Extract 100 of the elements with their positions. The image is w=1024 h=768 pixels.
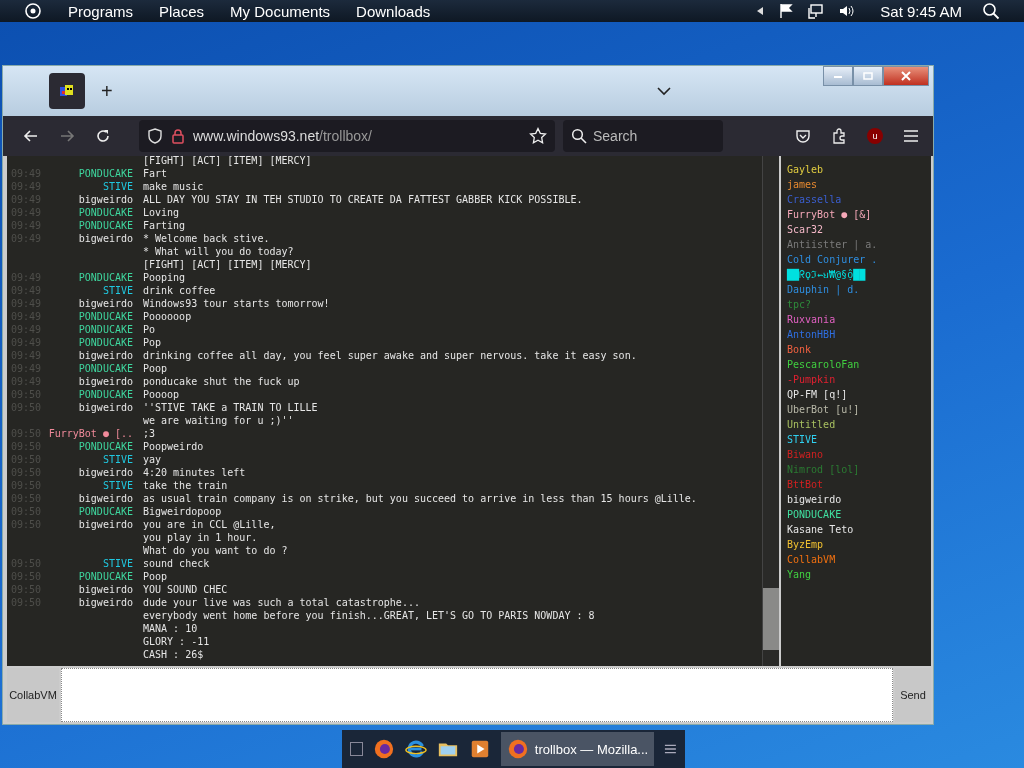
user-name[interactable]: ByzEmp — [787, 537, 824, 552]
message-text: Pop — [143, 336, 162, 349]
star-icon[interactable] — [529, 127, 547, 145]
show-desktop-button[interactable] — [350, 742, 363, 756]
pocket-icon[interactable] — [795, 128, 811, 144]
message-author[interactable]: STIVE — [45, 557, 133, 570]
message-text: you are in CCL @Lille, — [143, 518, 277, 531]
close-button[interactable] — [883, 66, 929, 86]
message-author[interactable]: PONDUCAKE — [45, 570, 133, 583]
user-name[interactable]: bigweirdo — [787, 492, 842, 507]
message-author[interactable]: PONDUCAKE — [45, 219, 133, 232]
send-button[interactable]: Send — [895, 668, 931, 722]
panel-menu[interactable]: My Documents — [230, 2, 331, 20]
message-text: YOU SOUND CHEC — [143, 583, 228, 596]
message-author[interactable]: PONDUCAKE — [45, 336, 133, 349]
message-author[interactable]: FurryBot ● [.. — [45, 427, 133, 440]
clock[interactable]: Sat 9:45 AM — [880, 2, 962, 20]
message-author[interactable]: bigweirdo — [45, 596, 133, 609]
speaker-icon[interactable] — [838, 3, 855, 19]
extension-badge[interactable]: u — [867, 128, 883, 144]
message-author[interactable]: bigweirdo — [45, 466, 133, 479]
menu-icon[interactable] — [664, 742, 677, 756]
message-author[interactable]: bigweirdo — [45, 518, 133, 531]
user-name[interactable]: Gayleb — [787, 162, 824, 177]
user-name[interactable]: CollabVM — [787, 552, 836, 567]
message-author[interactable]: STIVE — [45, 479, 133, 492]
message-author[interactable]: bigweirdo — [45, 232, 133, 245]
message-author[interactable]: PONDUCAKE — [45, 271, 133, 284]
message-author[interactable]: PONDUCAKE — [45, 388, 133, 401]
user-name[interactable]: PescaroloFan — [787, 357, 860, 372]
browser-icon[interactable] — [372, 737, 395, 761]
message-author[interactable]: PONDUCAKE — [45, 440, 133, 453]
search-icon[interactable] — [982, 2, 1000, 20]
user-name[interactable]: Scar32 — [787, 222, 824, 237]
message-text: everybody went home before you finish...GREAT, LET'S GO TO PARIS NOWDAY : 8 — [143, 609, 595, 622]
message-author[interactable]: STIVE — [45, 180, 133, 193]
message-author[interactable]: STIVE — [45, 453, 133, 466]
minimize-button[interactable] — [823, 66, 853, 86]
panel-menu[interactable]: Places — [159, 2, 205, 20]
taskbar-task[interactable]: trollbox — Mozilla... — [500, 732, 655, 766]
address-bar[interactable]: www.windows93.net/trollbox/ — [139, 120, 555, 152]
message-text: Loving — [143, 206, 180, 219]
forward-icon[interactable] — [59, 128, 75, 144]
message-author[interactable]: bigweirdo — [45, 375, 133, 388]
user-name[interactable]: james — [787, 177, 818, 192]
message-author[interactable]: PONDUCAKE — [45, 323, 133, 336]
message-text: drinking coffee all day, you feel super awake and super nervous. take it easy son. — [143, 349, 637, 362]
user-name[interactable]: Ruxvania — [787, 312, 836, 327]
collabvm-button[interactable]: CollabVM — [7, 668, 59, 722]
message-author[interactable]: bigweirdo — [45, 583, 133, 596]
user-name[interactable]: ██ᖇϙℑ⇜ꞟ₩@§ộ██ — [787, 267, 866, 282]
message-author[interactable]: bigweirdo — [45, 193, 133, 206]
message-text: ;3 — [143, 427, 156, 440]
message-author[interactable]: PONDUCAKE — [45, 167, 133, 180]
message-text: CASH : 26$ — [143, 648, 205, 661]
search-field[interactable]: Search — [563, 120, 723, 152]
user-name[interactable]: Antiistter | a. — [787, 237, 878, 252]
flag-icon[interactable] — [778, 3, 795, 19]
arrow-left-icon[interactable] — [756, 6, 765, 16]
message-text: sound check — [143, 557, 210, 570]
puzzle-icon[interactable] — [831, 128, 847, 144]
message-text: ALL DAY YOU STAY IN TEH STUDIO TO CREATE DA FATTEST GABBER KICK POSSIBLE. — [143, 193, 583, 206]
message-author[interactable]: PONDUCAKE — [45, 505, 133, 518]
user-name[interactable]: tpc? — [787, 297, 812, 312]
message-author[interactable]: bigweirdo — [45, 401, 133, 414]
power-icon[interactable] — [24, 2, 42, 20]
browser-icon — [506, 738, 529, 760]
chevron-down-icon[interactable] — [657, 86, 671, 96]
user-name[interactable]: Untitled — [787, 417, 836, 432]
new-tab-button[interactable]: + — [97, 79, 117, 103]
panel-menu[interactable]: Programs — [68, 2, 134, 20]
user-name[interactable]: QP-FM [q!] — [787, 387, 848, 402]
user-name[interactable]: Dauphin | d. — [787, 282, 860, 297]
browser-tab[interactable] — [49, 73, 85, 109]
message-author[interactable]: bigweirdo — [45, 297, 133, 310]
message-text: * What will you do today? — [143, 245, 295, 258]
user-name[interactable]: STIVE — [787, 432, 818, 447]
menu-icon[interactable] — [903, 129, 919, 143]
message-author[interactable]: PONDUCAKE — [45, 362, 133, 375]
message-author[interactable]: bigweirdo — [45, 349, 133, 362]
back-icon[interactable] — [23, 128, 39, 144]
user-name[interactable]: PONDUCAKE — [787, 507, 842, 522]
user-name[interactable]: FurryBot ● [&] — [787, 207, 872, 222]
network-icon[interactable] — [808, 3, 825, 19]
user-name[interactable]: Yang — [787, 567, 812, 582]
panel-menu[interactable]: Downloads — [356, 2, 431, 20]
user-name[interactable]: Cold Conjurer . — [787, 252, 878, 267]
user-name[interactable]: Bonk — [787, 342, 812, 357]
message-author[interactable]: bigweirdo — [45, 492, 133, 505]
message-author[interactable]: STIVE — [45, 284, 133, 297]
message-author[interactable]: PONDUCAKE — [45, 310, 133, 323]
lock-icon — [171, 128, 185, 144]
message-input[interactable] — [61, 668, 893, 722]
user-name[interactable]: Kasane Teto — [787, 522, 854, 537]
reload-icon[interactable] — [95, 128, 111, 144]
message-author[interactable]: PONDUCAKE — [45, 206, 133, 219]
search-icon — [571, 128, 587, 144]
user-name[interactable]: UberBot [u!] — [787, 402, 860, 417]
scrollbar[interactable] — [762, 156, 779, 666]
maximize-button[interactable] — [853, 66, 883, 86]
